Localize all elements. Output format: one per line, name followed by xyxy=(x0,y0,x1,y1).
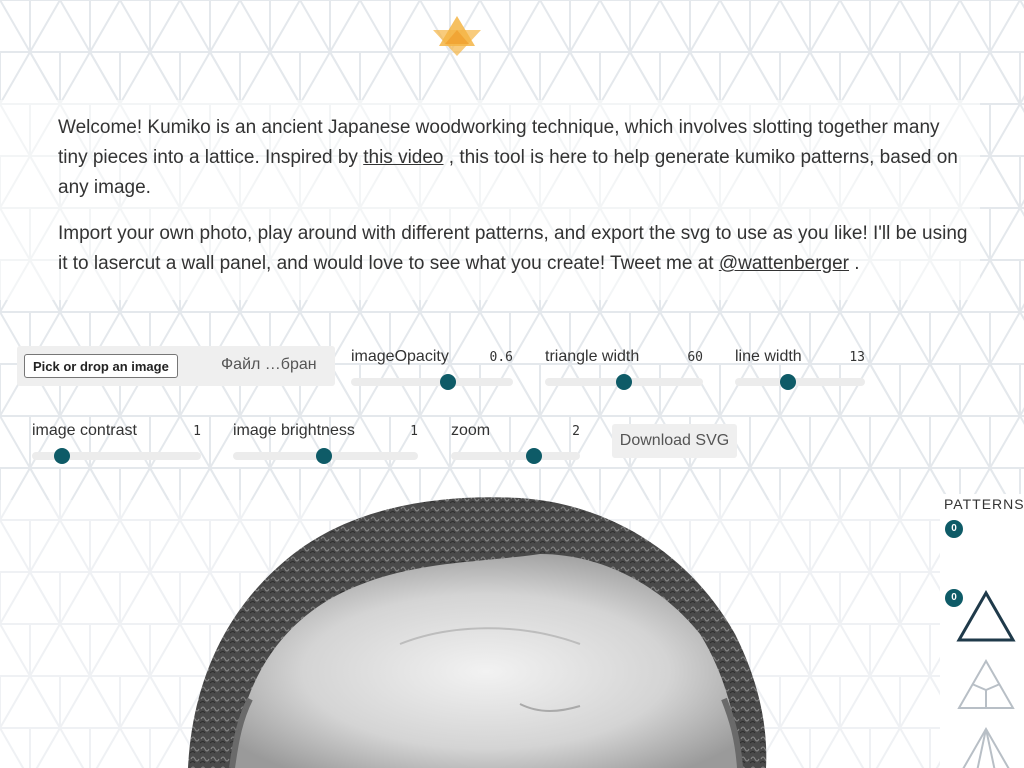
zoom-value: 2 xyxy=(572,424,580,439)
slider-thumb[interactable] xyxy=(525,448,542,464)
pick-image-button[interactable]: Pick or drop an image xyxy=(24,354,178,378)
image-brightness-slider[interactable]: image brightness 1 xyxy=(233,422,418,466)
intro-paragraph-2: Import your own photo, play around with … xyxy=(58,219,968,279)
slider-track[interactable] xyxy=(351,374,513,390)
slider-thumb[interactable] xyxy=(440,374,457,390)
download-svg-button[interactable]: Download SVG xyxy=(612,424,737,458)
line-width-value: 13 xyxy=(849,350,865,365)
image-contrast-label: image contrast xyxy=(32,422,137,439)
triangle-lines-pattern-icon[interactable] xyxy=(956,726,1016,768)
slider-track[interactable] xyxy=(735,374,865,390)
slider-thumb[interactable] xyxy=(54,448,71,464)
image-contrast-slider[interactable]: image contrast 1 xyxy=(32,422,201,466)
image-brightness-value: 1 xyxy=(410,424,418,439)
file-name-label: Файл …бран xyxy=(221,356,317,373)
slider-track[interactable] xyxy=(233,448,418,464)
page: Welcome! Kumiko is an ancient Japanese w… xyxy=(0,0,1024,768)
intro-text: Welcome! Kumiko is an ancient Japanese w… xyxy=(58,113,968,295)
image-opacity-slider[interactable]: imageOpacity 0.6 xyxy=(351,348,513,392)
image-brightness-label: image brightness xyxy=(233,422,355,439)
intro-text-2b: . xyxy=(849,253,860,274)
image-opacity-value: 0.6 xyxy=(489,350,513,365)
image-contrast-value: 1 xyxy=(193,424,201,439)
slider-track[interactable] xyxy=(32,448,201,464)
this-video-link[interactable]: this video xyxy=(363,147,443,168)
slider-thumb[interactable] xyxy=(616,374,632,390)
intro-paragraph-1: Welcome! Kumiko is an ancient Japanese w… xyxy=(58,113,968,203)
pattern-count-badge: 0 xyxy=(945,520,963,538)
slider-thumb[interactable] xyxy=(315,448,332,464)
slider-track[interactable] xyxy=(451,448,580,464)
line-width-slider[interactable]: line width 13 xyxy=(735,348,865,392)
zoom-slider[interactable]: zoom 2 xyxy=(451,422,580,466)
triangle-width-slider[interactable]: triangle width 60 xyxy=(545,348,703,392)
twitter-handle-link[interactable]: @wattenberger xyxy=(719,253,849,274)
zoom-label: zoom xyxy=(451,422,491,439)
image-opacity-label: imageOpacity xyxy=(351,348,449,365)
triangle-width-label: triangle width xyxy=(545,348,640,365)
image-file-input[interactable]: Pick or drop an image Файл …бран xyxy=(17,346,335,386)
logo-icon xyxy=(433,16,481,56)
triangle-pattern-selected-icon[interactable] xyxy=(956,590,1016,644)
patterns-title: PATTERNS xyxy=(944,496,1024,512)
triangle-y-pattern-icon[interactable] xyxy=(956,658,1016,712)
line-width-label: line width xyxy=(735,348,802,365)
slider-thumb[interactable] xyxy=(780,374,797,390)
portrait-image xyxy=(188,497,767,768)
slider-track[interactable] xyxy=(545,374,703,390)
patterns-panel: PATTERNS 0 0 xyxy=(940,494,1024,768)
triangle-width-value: 60 xyxy=(687,350,703,365)
